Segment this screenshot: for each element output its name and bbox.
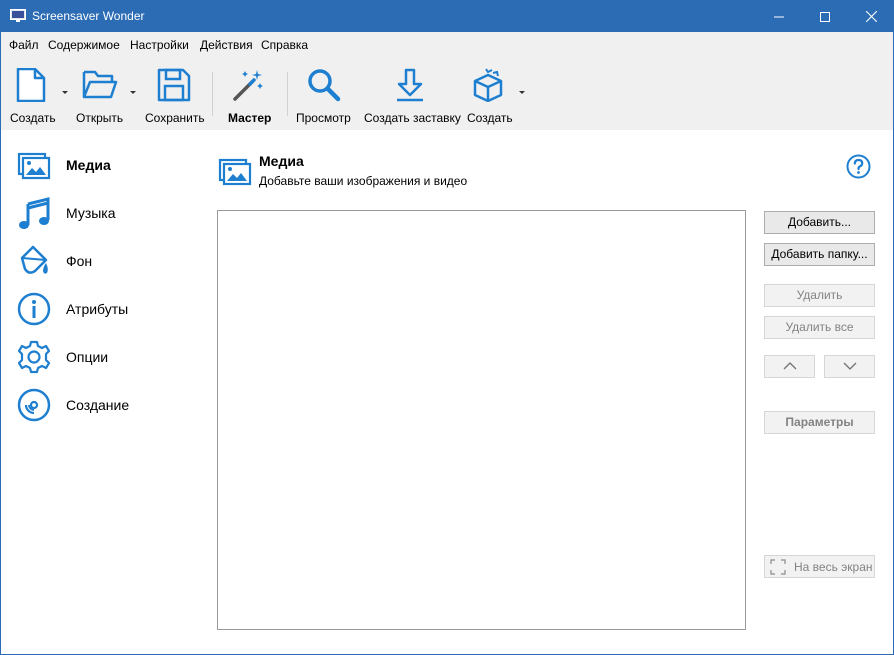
sidebar-item-music[interactable]: Музыка <box>15 193 195 233</box>
maximize-button[interactable] <box>802 1 848 32</box>
help-icon[interactable] <box>846 154 871 179</box>
package-box-icon <box>473 68 503 102</box>
sidebar-item-build[interactable]: Создание <box>15 385 195 425</box>
fullscreen-button[interactable]: На весь экран <box>764 555 875 578</box>
sidebar: Медиа Музыка Фон Атрибуты Опции Создание <box>1 131 201 651</box>
build-button[interactable]: Создать <box>466 58 528 130</box>
disc-icon <box>17 388 51 422</box>
sidebar-item-background[interactable]: Фон <box>15 241 195 281</box>
magic-wand-icon <box>233 70 263 101</box>
menu-settings[interactable]: Настройки <box>130 38 189 52</box>
create-label: Создать <box>10 111 56 125</box>
sidebar-item-media[interactable]: Медиа <box>15 145 195 185</box>
magnifier-icon <box>308 69 341 102</box>
move-up-button[interactable] <box>764 355 815 378</box>
chevron-up-icon <box>783 362 796 370</box>
toolbar: Создать Открыть Сохранить Мастер Просмот… <box>1 58 893 130</box>
floppy-disk-icon <box>157 68 191 102</box>
menu-help[interactable]: Справка <box>261 38 308 52</box>
page-subtitle: Добавьте ваши изображения и видео <box>259 174 468 188</box>
open-button[interactable]: Открыть <box>75 58 139 130</box>
chevron-down-icon <box>843 362 856 370</box>
sidebar-item-options[interactable]: Опции <box>15 337 195 377</box>
gear-icon <box>17 340 51 374</box>
close-button[interactable] <box>848 1 894 32</box>
create-dropdown-arrow-icon[interactable] <box>62 91 68 94</box>
parameters-button[interactable]: Параметры <box>764 411 875 434</box>
create-button[interactable]: Создать <box>9 58 69 130</box>
preview-label: Просмотр <box>296 111 351 125</box>
add-folder-button[interactable]: Добавить папку... <box>764 243 875 266</box>
add-button[interactable]: Добавить... <box>764 211 875 234</box>
wizard-label: Мастер <box>228 111 272 125</box>
sidebar-item-label: Медиа <box>66 157 111 173</box>
close-icon <box>865 11 877 22</box>
media-icon <box>17 152 51 180</box>
fullscreen-label: На весь экран <box>794 560 873 574</box>
save-label: Сохранить <box>145 111 205 125</box>
media-list[interactable] <box>217 210 746 630</box>
toolbar-separator <box>287 72 288 116</box>
media-icon <box>218 158 252 186</box>
make-screensaver-label: Создать заставку <box>364 111 461 125</box>
minimize-icon <box>774 16 784 17</box>
info-icon <box>17 292 51 326</box>
download-arrow-icon <box>397 68 423 102</box>
sidebar-item-label: Атрибуты <box>66 301 129 317</box>
app-window: Screensaver Wonder Файл Содержимое Настр… <box>0 0 894 655</box>
make-screensaver-button[interactable]: Создать заставку <box>364 58 461 130</box>
open-folder-icon <box>82 70 118 99</box>
title-bar[interactable]: Screensaver Wonder <box>1 1 893 32</box>
move-down-button[interactable] <box>824 355 875 378</box>
build-dropdown-arrow-icon[interactable] <box>519 91 525 94</box>
new-file-icon <box>16 68 46 102</box>
minimize-button[interactable] <box>756 1 802 32</box>
menu-content[interactable]: Содержимое <box>48 38 120 52</box>
menu-actions[interactable]: Действия <box>200 38 253 52</box>
window-title: Screensaver Wonder <box>32 9 145 23</box>
page-title: Медиа <box>259 153 304 169</box>
sidebar-item-attributes[interactable]: Атрибуты <box>15 289 195 329</box>
fullscreen-icon <box>770 559 786 575</box>
preview-button[interactable]: Просмотр <box>295 58 357 130</box>
sidebar-item-label: Опции <box>66 349 109 365</box>
menu-bar: Файл Содержимое Настройки Действия Справ… <box>1 32 893 58</box>
delete-all-button[interactable]: Удалить все <box>764 316 875 339</box>
sidebar-item-label: Музыка <box>66 205 116 221</box>
delete-button[interactable]: Удалить <box>764 284 875 307</box>
open-dropdown-arrow-icon[interactable] <box>130 91 136 94</box>
monitor-app-icon <box>10 9 26 22</box>
menu-file[interactable]: Файл <box>9 38 39 52</box>
sidebar-item-label: Создание <box>66 397 130 413</box>
open-label: Открыть <box>76 111 124 125</box>
save-button[interactable]: Сохранить <box>144 58 208 130</box>
toolbar-separator <box>212 72 213 116</box>
music-note-icon <box>19 197 50 229</box>
paint-bucket-icon <box>20 245 48 274</box>
sidebar-item-label: Фон <box>66 253 93 269</box>
build-label: Создать <box>467 111 513 125</box>
maximize-icon <box>820 11 830 22</box>
wizard-button[interactable]: Мастер <box>221 58 281 130</box>
